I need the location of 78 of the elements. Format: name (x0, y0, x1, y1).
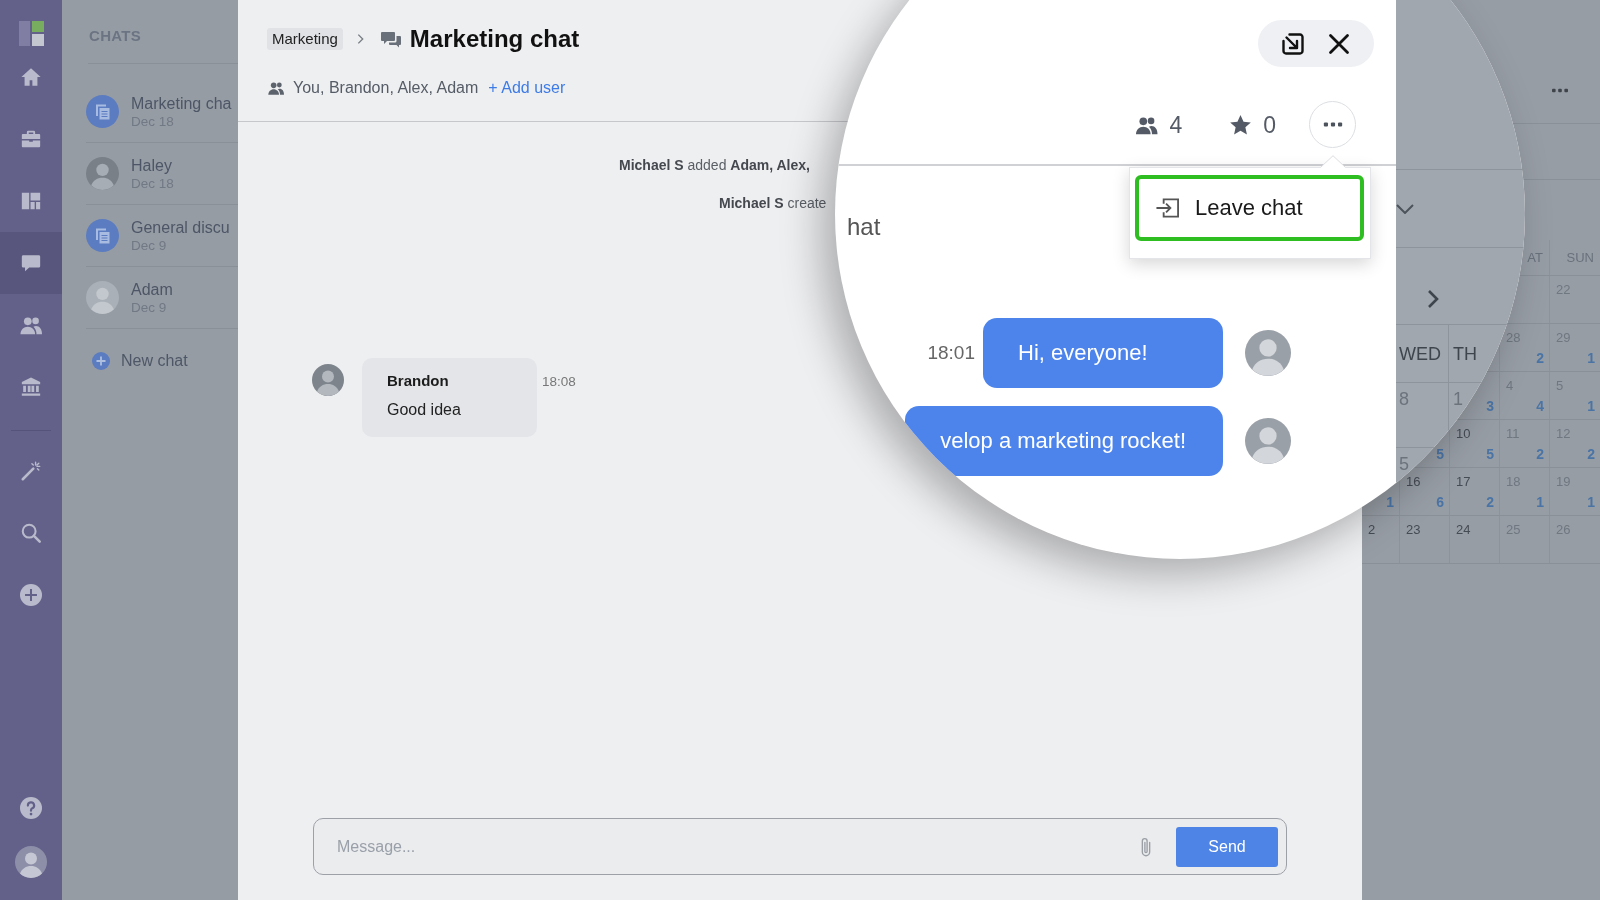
event-count: 1 (1587, 398, 1595, 414)
paperclip-icon[interactable] (1139, 835, 1153, 858)
chat-title: Marketing chat (409, 24, 580, 54)
star-icon (1228, 113, 1254, 136)
message-author: Brandon (387, 371, 450, 391)
stacked-pages-icon (86, 95, 119, 128)
chat-name: Adam (131, 279, 173, 299)
speech-bubble-icon[interactable] (20, 252, 42, 274)
system-message: Michael S added Adam, Alex, (619, 156, 810, 174)
members-button[interactable]: 4 (1134, 110, 1183, 139)
member-list: You, Brandon, Alex, Adam (293, 79, 479, 97)
day-number: 2 (1368, 522, 1376, 537)
event-count: 4 (1536, 398, 1544, 414)
nav-button[interactable] (0, 232, 62, 294)
arrow-into-box-icon (1155, 197, 1180, 219)
more-button[interactable] (1309, 101, 1356, 148)
magic-wand-icon[interactable] (20, 460, 42, 482)
star-button[interactable]: 0 (1228, 110, 1276, 139)
avatar-icon (1245, 330, 1291, 376)
avatar-icon (86, 281, 119, 314)
layout-icon[interactable] (20, 190, 42, 212)
briefcase-icon[interactable] (20, 128, 42, 150)
event-count: 5 (1486, 446, 1494, 462)
search-icon[interactable] (20, 522, 42, 544)
message-text: Good idea (387, 400, 462, 420)
event-count: 2 (1536, 446, 1544, 462)
message-bubble: velop a marketing rocket! (905, 406, 1223, 476)
system-message: hat (847, 212, 881, 242)
app-logo-icon[interactable] (18, 21, 44, 46)
stacked-pages-icon (86, 219, 119, 252)
chevron-right-icon (356, 33, 364, 45)
box-arrow-icon[interactable] (1281, 31, 1305, 56)
more-icon[interactable] (1552, 88, 1568, 93)
send-button[interactable]: Send (1176, 826, 1278, 867)
help-icon[interactable] (20, 797, 42, 819)
bank-icon[interactable] (20, 376, 42, 398)
event-count: 2 (1486, 494, 1494, 510)
day-number: 24 (1456, 522, 1471, 537)
message-time: 18:01 (927, 342, 975, 364)
event-count: 5 (1436, 446, 1444, 462)
avatar-icon (312, 364, 344, 396)
home-icon[interactable] (20, 66, 42, 88)
breadcrumb-link[interactable]: Marketing (267, 28, 343, 50)
chat-name: Haley (131, 155, 173, 175)
event-count: 3 (1486, 398, 1494, 414)
chat-name: Marketing cha (131, 93, 232, 113)
avatar-icon (1245, 418, 1291, 464)
event-count: 1 (1587, 494, 1595, 510)
weekday-label: TH (1453, 342, 1477, 365)
plus-circle-icon (92, 352, 110, 370)
menu-item[interactable]: Leave chat (1135, 175, 1364, 241)
speech-bubbles-icon (380, 30, 401, 48)
event-count: 1 (1386, 494, 1394, 510)
people-icon (268, 80, 284, 96)
more-icon (1322, 122, 1343, 127)
day-number: 10 (1456, 426, 1471, 441)
new-chat-button[interactable]: New chat (92, 350, 188, 372)
chevron-right-icon[interactable] (1427, 289, 1439, 309)
day-number: 17 (1456, 474, 1471, 489)
add-user-link[interactable]: + Add user (488, 79, 566, 97)
event-count: 6 (1436, 494, 1444, 510)
event-count: 1 (1536, 494, 1544, 510)
event-count: 2 (1587, 446, 1595, 462)
message-time: 18:08 (542, 373, 576, 391)
message-bubble: Hi, everyone! (983, 318, 1223, 388)
chevron-down-icon[interactable] (1396, 203, 1414, 214)
weekday-label: WED (1399, 342, 1441, 365)
day-number: 23 (1406, 522, 1421, 537)
chat-name: General discu (131, 217, 230, 237)
event-count: 2 (1536, 350, 1544, 366)
avatar-icon (86, 157, 119, 190)
system-message: Michael S create (719, 194, 827, 212)
event-count: 1 (1587, 350, 1595, 366)
avatar-icon (15, 846, 47, 878)
day-number: 16 (1406, 474, 1421, 489)
plus-circle-icon[interactable] (20, 584, 42, 606)
close-icon[interactable] (1327, 31, 1351, 56)
message-field[interactable]: Message... Send (313, 818, 1287, 875)
